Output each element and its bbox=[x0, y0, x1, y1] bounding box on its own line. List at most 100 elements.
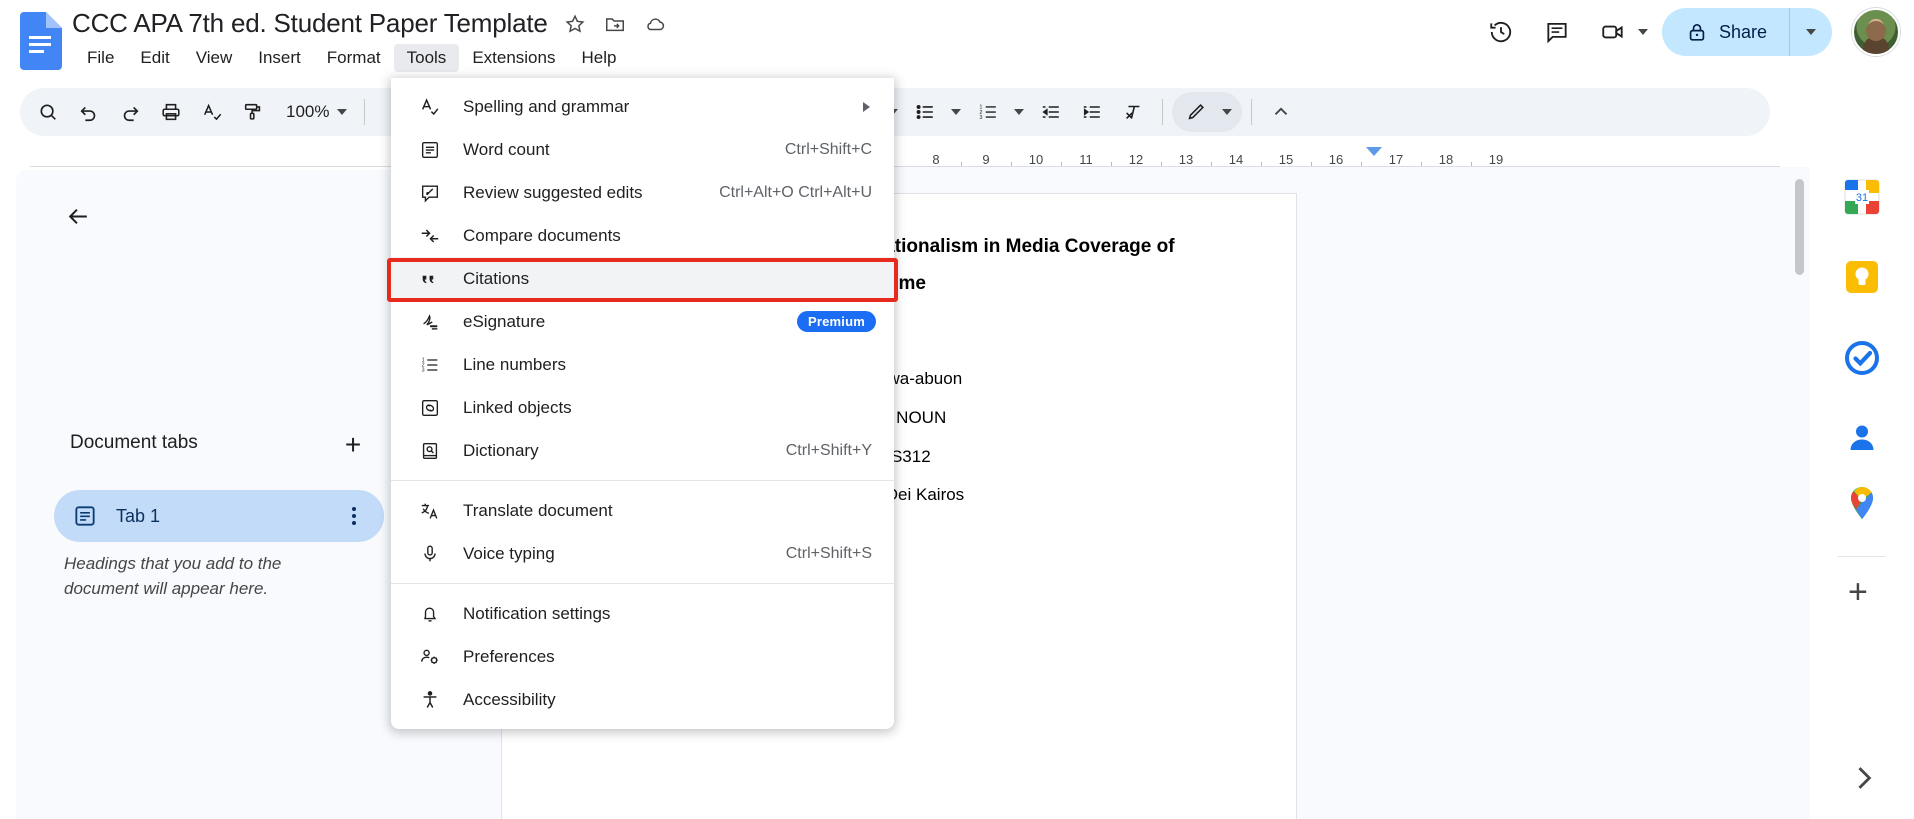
tools-dropdown-menu[interactable]: Spelling and grammar Word count Ctrl+Shi… bbox=[391, 78, 894, 729]
menu-item-linked-objects[interactable]: Linked objects bbox=[391, 386, 894, 429]
editing-mode-chevron-down-icon[interactable] bbox=[1216, 92, 1238, 132]
redo-icon[interactable] bbox=[110, 92, 150, 132]
tab-label: Tab 1 bbox=[116, 506, 342, 527]
menu-item-accessibility[interactable]: Accessibility bbox=[391, 678, 894, 721]
clear-formatting-icon[interactable] bbox=[1113, 92, 1153, 132]
menu-help[interactable]: Help bbox=[568, 44, 629, 72]
ruler[interactable]: 8 9 10 11 12 13 14 15 16 17 18 19 bbox=[0, 145, 1810, 167]
editing-mode-control[interactable] bbox=[1172, 92, 1242, 132]
menu-item-label: Citations bbox=[463, 269, 529, 289]
linked-objects-icon bbox=[419, 396, 447, 420]
ruler-tick: 19 bbox=[1489, 152, 1503, 167]
increase-indent-icon[interactable] bbox=[1072, 92, 1112, 132]
menu-item-label: Line numbers bbox=[463, 355, 566, 375]
menu-edit[interactable]: Edit bbox=[127, 44, 182, 72]
numbered-list-icon[interactable]: 123 bbox=[968, 92, 1008, 132]
menu-item-citations[interactable]: Citations bbox=[391, 257, 894, 300]
svg-text:31: 31 bbox=[1856, 192, 1868, 204]
menu-item-translate-document[interactable]: Translate document bbox=[391, 489, 894, 532]
menu-item-word-count[interactable]: Word count Ctrl+Shift+C bbox=[391, 128, 894, 171]
spellcheck-icon bbox=[419, 95, 447, 119]
add-tab-icon[interactable]: + bbox=[336, 428, 370, 462]
tab-options-icon[interactable] bbox=[342, 507, 366, 525]
ruler-tick: 16 bbox=[1329, 152, 1343, 167]
microphone-icon bbox=[419, 542, 447, 566]
menu-item-voice-typing[interactable]: Voice typing Ctrl+Shift+S bbox=[391, 532, 894, 575]
menu-insert[interactable]: Insert bbox=[245, 44, 314, 72]
spellcheck-icon[interactable] bbox=[192, 92, 232, 132]
menu-item-label: Notification settings bbox=[463, 604, 610, 624]
bulleted-list-chevron-down-icon[interactable] bbox=[945, 92, 967, 132]
meet-camera-icon[interactable] bbox=[1589, 8, 1637, 56]
google-calendar-icon[interactable]: 31 bbox=[1842, 177, 1882, 217]
print-icon[interactable] bbox=[151, 92, 191, 132]
star-icon[interactable] bbox=[562, 11, 588, 37]
collapse-toolbar-icon[interactable] bbox=[1261, 92, 1301, 132]
zoom-chevron-down-icon[interactable] bbox=[337, 109, 347, 115]
menu-item-notification-settings[interactable]: Notification settings bbox=[391, 592, 894, 635]
line-numbers-icon: 123 bbox=[419, 353, 447, 377]
editing-mode-pen-icon[interactable] bbox=[1176, 92, 1216, 132]
account-avatar[interactable] bbox=[1852, 8, 1900, 56]
zoom-control[interactable]: 100% bbox=[274, 92, 355, 132]
toolbar-divider-4 bbox=[1162, 99, 1163, 125]
ruler-tick: 18 bbox=[1439, 152, 1453, 167]
menu-item-esignature[interactable]: eSignature Premium bbox=[391, 300, 894, 343]
side-panel-rail: 31 + bbox=[1810, 150, 1914, 819]
add-ons-plus-icon[interactable]: + bbox=[1848, 575, 1868, 609]
menu-tools[interactable]: Tools bbox=[394, 44, 460, 72]
rail-divider bbox=[1838, 556, 1886, 557]
google-maps-icon[interactable] bbox=[1842, 483, 1882, 523]
word-count-icon bbox=[419, 138, 447, 162]
menu-item-label: Dictionary bbox=[463, 441, 539, 461]
version-history-icon[interactable] bbox=[1477, 8, 1525, 56]
google-docs-icon[interactable] bbox=[18, 12, 62, 70]
zoom-value: 100% bbox=[286, 102, 329, 122]
google-contacts-icon[interactable] bbox=[1842, 417, 1882, 457]
numbered-list-control[interactable]: 123 bbox=[968, 92, 1030, 132]
sidebar-item-tab-1[interactable]: Tab 1 bbox=[54, 490, 384, 542]
expand-side-panel-icon[interactable] bbox=[1846, 761, 1880, 795]
bulleted-list-icon[interactable] bbox=[905, 92, 945, 132]
numbered-list-chevron-down-icon[interactable] bbox=[1008, 92, 1030, 132]
esignature-icon bbox=[419, 310, 447, 334]
share-chevron-down-icon[interactable] bbox=[1790, 8, 1832, 56]
share-main[interactable]: Share bbox=[1662, 8, 1789, 56]
menu-item-compare-documents[interactable]: Compare documents bbox=[391, 214, 894, 257]
paint-format-icon[interactable] bbox=[233, 92, 273, 132]
toolbar-divider-5 bbox=[1251, 99, 1252, 125]
move-to-folder-icon[interactable] bbox=[602, 11, 628, 37]
document-tabs-heading: Document tabs bbox=[70, 432, 198, 454]
back-arrow-icon[interactable] bbox=[56, 194, 100, 238]
google-tasks-icon[interactable] bbox=[1842, 338, 1882, 378]
menu-view[interactable]: View bbox=[183, 44, 246, 72]
menu-item-label: Translate document bbox=[463, 501, 613, 521]
bulleted-list-control[interactable] bbox=[905, 92, 967, 132]
undo-icon[interactable] bbox=[69, 92, 109, 132]
menu-item-spelling-and-grammar[interactable]: Spelling and grammar bbox=[391, 85, 894, 128]
outline-hint-text: Headings that you add to the document wi… bbox=[64, 552, 354, 601]
bell-icon bbox=[419, 602, 447, 626]
meet-chevron-down-icon[interactable] bbox=[1638, 29, 1648, 35]
menu-item-line-numbers[interactable]: 123 Line numbers bbox=[391, 343, 894, 386]
comment-icon[interactable] bbox=[1533, 8, 1581, 56]
decrease-indent-icon[interactable] bbox=[1031, 92, 1071, 132]
menu-item-shortcut: Ctrl+Alt+O Ctrl+Alt+U bbox=[719, 184, 872, 202]
search-icon[interactable] bbox=[28, 92, 68, 132]
toolbar-divider bbox=[364, 99, 365, 125]
page-title[interactable]: CCC APA 7th ed. Student Paper Template bbox=[72, 8, 548, 39]
document-scrollbar[interactable] bbox=[1795, 179, 1804, 275]
menu-item-preferences[interactable]: Preferences bbox=[391, 635, 894, 678]
menu-item-shortcut: Ctrl+Shift+S bbox=[786, 545, 872, 563]
right-indent-marker[interactable] bbox=[1366, 147, 1382, 156]
menu-format[interactable]: Format bbox=[314, 44, 394, 72]
google-keep-icon[interactable] bbox=[1842, 257, 1882, 297]
menu-item-label: Linked objects bbox=[463, 398, 572, 418]
menu-item-review-suggested-edits[interactable]: Review suggested edits Ctrl+Alt+O Ctrl+A… bbox=[391, 171, 894, 214]
menu-file[interactable]: File bbox=[74, 44, 127, 72]
menu-item-dictionary[interactable]: Dictionary Ctrl+Shift+Y bbox=[391, 429, 894, 472]
menu-item-shortcut: Ctrl+Shift+C bbox=[785, 141, 872, 159]
share-button[interactable]: Share bbox=[1662, 8, 1832, 56]
menu-extensions[interactable]: Extensions bbox=[459, 44, 568, 72]
cloud-saved-icon[interactable] bbox=[642, 11, 668, 37]
